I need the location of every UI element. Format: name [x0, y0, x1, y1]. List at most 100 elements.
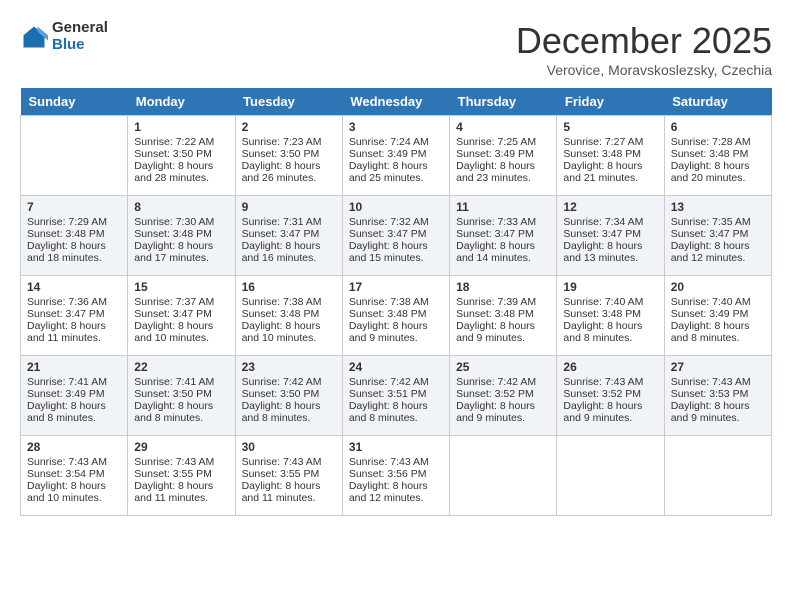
day-info: and 9 minutes.	[563, 412, 657, 424]
day-info: Daylight: 8 hours	[563, 320, 657, 332]
day-number: 4	[456, 120, 550, 134]
calendar-cell: 17Sunrise: 7:38 AMSunset: 3:48 PMDayligh…	[342, 276, 449, 356]
calendar-cell: 27Sunrise: 7:43 AMSunset: 3:53 PMDayligh…	[664, 356, 771, 436]
logo-icon	[20, 23, 48, 51]
day-info: Sunset: 3:48 PM	[456, 308, 550, 320]
day-info: Daylight: 8 hours	[349, 320, 443, 332]
calendar-cell: 14Sunrise: 7:36 AMSunset: 3:47 PMDayligh…	[21, 276, 128, 356]
col-header-wednesday: Wednesday	[342, 88, 449, 116]
day-info: Daylight: 8 hours	[27, 400, 121, 412]
day-info: and 10 minutes.	[27, 492, 121, 504]
day-info: Sunrise: 7:28 AM	[671, 136, 765, 148]
calendar-cell: 13Sunrise: 7:35 AMSunset: 3:47 PMDayligh…	[664, 196, 771, 276]
col-header-saturday: Saturday	[664, 88, 771, 116]
day-info: and 10 minutes.	[134, 332, 228, 344]
day-info: Sunset: 3:48 PM	[242, 308, 336, 320]
day-info: Sunrise: 7:42 AM	[349, 376, 443, 388]
calendar-cell	[21, 116, 128, 196]
day-info: Sunrise: 7:37 AM	[134, 296, 228, 308]
day-info: Sunrise: 7:38 AM	[349, 296, 443, 308]
day-info: Daylight: 8 hours	[563, 400, 657, 412]
day-info: Sunrise: 7:43 AM	[27, 456, 121, 468]
day-number: 13	[671, 200, 765, 214]
month-title: December 2025	[516, 20, 772, 62]
logo: General Blue	[20, 20, 108, 53]
day-info: and 9 minutes.	[456, 412, 550, 424]
day-number: 5	[563, 120, 657, 134]
day-info: Sunrise: 7:29 AM	[27, 216, 121, 228]
day-number: 14	[27, 280, 121, 294]
calendar-cell: 11Sunrise: 7:33 AMSunset: 3:47 PMDayligh…	[450, 196, 557, 276]
day-info: Sunrise: 7:31 AM	[242, 216, 336, 228]
day-number: 16	[242, 280, 336, 294]
calendar-cell: 3Sunrise: 7:24 AMSunset: 3:49 PMDaylight…	[342, 116, 449, 196]
day-number: 18	[456, 280, 550, 294]
calendar-cell: 7Sunrise: 7:29 AMSunset: 3:48 PMDaylight…	[21, 196, 128, 276]
day-info: Sunset: 3:53 PM	[671, 388, 765, 400]
location: Verovice, Moravskoslezsky, Czechia	[516, 62, 772, 78]
day-info: Sunset: 3:48 PM	[27, 228, 121, 240]
week-row-4: 21Sunrise: 7:41 AMSunset: 3:49 PMDayligh…	[21, 356, 772, 436]
day-info: Sunrise: 7:40 AM	[671, 296, 765, 308]
calendar-cell: 2Sunrise: 7:23 AMSunset: 3:50 PMDaylight…	[235, 116, 342, 196]
col-header-thursday: Thursday	[450, 88, 557, 116]
day-info: Sunset: 3:48 PM	[671, 148, 765, 160]
day-info: Sunset: 3:49 PM	[456, 148, 550, 160]
day-number: 6	[671, 120, 765, 134]
day-info: Sunrise: 7:39 AM	[456, 296, 550, 308]
day-info: Sunrise: 7:43 AM	[563, 376, 657, 388]
col-header-monday: Monday	[128, 88, 235, 116]
day-number: 27	[671, 360, 765, 374]
day-info: Daylight: 8 hours	[134, 400, 228, 412]
calendar-cell: 23Sunrise: 7:42 AMSunset: 3:50 PMDayligh…	[235, 356, 342, 436]
day-info: Sunset: 3:52 PM	[456, 388, 550, 400]
day-number: 20	[671, 280, 765, 294]
calendar-cell: 21Sunrise: 7:41 AMSunset: 3:49 PMDayligh…	[21, 356, 128, 436]
day-number: 11	[456, 200, 550, 214]
calendar-cell: 31Sunrise: 7:43 AMSunset: 3:56 PMDayligh…	[342, 436, 449, 516]
calendar-cell	[557, 436, 664, 516]
day-info: Daylight: 8 hours	[456, 160, 550, 172]
calendar-cell: 22Sunrise: 7:41 AMSunset: 3:50 PMDayligh…	[128, 356, 235, 436]
day-number: 2	[242, 120, 336, 134]
day-info: Sunset: 3:51 PM	[349, 388, 443, 400]
logo-text: General Blue	[52, 20, 108, 53]
day-info: and 8 minutes.	[671, 332, 765, 344]
calendar-cell: 1Sunrise: 7:22 AMSunset: 3:50 PMDaylight…	[128, 116, 235, 196]
day-info: Sunset: 3:47 PM	[456, 228, 550, 240]
day-number: 31	[349, 440, 443, 454]
logo-blue: Blue	[52, 37, 108, 54]
day-info: and 16 minutes.	[242, 252, 336, 264]
page-header: General Blue December 2025 Verovice, Mor…	[20, 20, 772, 78]
day-info: Daylight: 8 hours	[242, 320, 336, 332]
day-info: Daylight: 8 hours	[242, 160, 336, 172]
day-info: and 28 minutes.	[134, 172, 228, 184]
day-info: Daylight: 8 hours	[563, 240, 657, 252]
day-info: Daylight: 8 hours	[671, 400, 765, 412]
day-info: Sunrise: 7:33 AM	[456, 216, 550, 228]
day-info: Sunset: 3:56 PM	[349, 468, 443, 480]
day-info: Sunrise: 7:43 AM	[242, 456, 336, 468]
day-info: Daylight: 8 hours	[242, 240, 336, 252]
day-info: Sunrise: 7:40 AM	[563, 296, 657, 308]
calendar-cell: 16 Sunrise: 7:38 AMSunset: 3:48 PMDayligh…	[235, 276, 342, 356]
day-info: Sunrise: 7:32 AM	[349, 216, 443, 228]
day-info: Sunrise: 7:38 AM	[242, 296, 336, 308]
day-info: Daylight: 8 hours	[349, 160, 443, 172]
day-info: Sunset: 3:47 PM	[563, 228, 657, 240]
calendar-cell: 9Sunrise: 7:31 AMSunset: 3:47 PMDaylight…	[235, 196, 342, 276]
day-info: Daylight: 8 hours	[134, 480, 228, 492]
day-info: Sunset: 3:48 PM	[563, 308, 657, 320]
calendar-cell: 28Sunrise: 7:43 AMSunset: 3:54 PMDayligh…	[21, 436, 128, 516]
day-info: Daylight: 8 hours	[671, 320, 765, 332]
day-info: Sunset: 3:47 PM	[242, 228, 336, 240]
day-number: 10	[349, 200, 443, 214]
day-info: Daylight: 8 hours	[242, 400, 336, 412]
day-number: 26	[563, 360, 657, 374]
day-number: 12	[563, 200, 657, 214]
calendar-cell: 12Sunrise: 7:34 AMSunset: 3:47 PMDayligh…	[557, 196, 664, 276]
day-info: Sunrise: 7:30 AM	[134, 216, 228, 228]
day-info: and 10 minutes.	[242, 332, 336, 344]
day-info: and 13 minutes.	[563, 252, 657, 264]
calendar-cell: 29Sunrise: 7:43 AMSunset: 3:55 PMDayligh…	[128, 436, 235, 516]
